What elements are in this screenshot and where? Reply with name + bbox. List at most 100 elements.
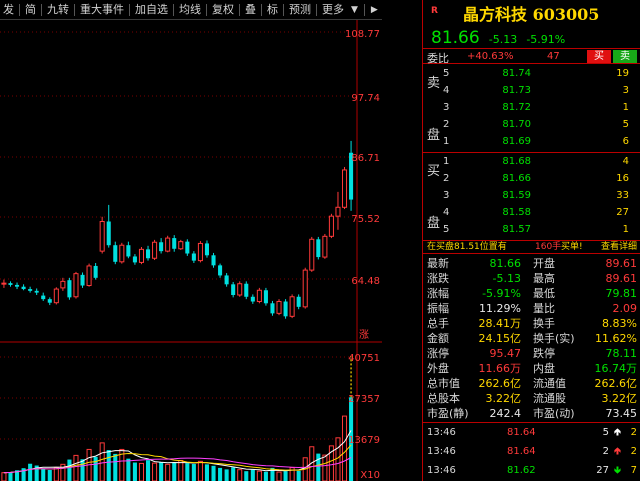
volume-moving-averages [3,430,352,474]
price-axis-label: 97.74 [351,93,380,104]
volume-bar [316,453,321,481]
bid-row[interactable]: 4 81.58 27 [423,205,640,221]
volume-bar [145,460,151,481]
order-diff-value: 47 [547,51,560,62]
candle-body [28,289,33,291]
up-arrow-icon: 🢁 [613,446,621,457]
candle-body [126,245,131,257]
volume-bar [113,453,118,481]
ask-row[interactable]: 4 81.73 3 [423,83,640,99]
tb-adjust[interactable]: 复权 [209,0,237,20]
more-dropdown-icon[interactable]: ▼ [347,0,362,20]
volume-bar [53,467,59,481]
candle-body [197,242,203,262]
candle-body [159,242,164,252]
ask-row[interactable]: 5 81.74 19 [423,66,640,82]
stat-row: 金额 24.15亿 换手(实) 11.62% [427,332,637,345]
candle-body [244,283,249,297]
tb-divider [41,3,42,16]
candle-body [224,275,229,285]
tb-divider [74,3,75,16]
volume-bar [185,463,190,481]
candle-body [178,241,184,250]
tb-overlay[interactable]: 叠 [242,0,259,20]
candle-body [8,283,13,285]
candles [1,140,354,319]
candle-body [250,296,255,302]
tb-jiuzhuan[interactable]: 九转 [44,0,72,20]
price-candlestick-chart[interactable]: 108.77 97.74 86.71 75.52 64.48 涨 [0,20,382,343]
candle-body [211,255,216,266]
volume-bar [263,471,268,481]
order-ratio-label: 委比 [427,52,449,65]
order-book: 卖盘 5 81.74 19 4 81.73 3 3 81.72 1 2 81.70 5 1 81.… [423,65,640,241]
ask-row[interactable]: 1 81.69 6 [423,134,640,150]
ma5-line [3,430,352,474]
price-change: -5.13 [488,33,518,46]
volume-chart[interactable]: 40751 27357 13679 X10 [0,343,382,481]
candle-body [309,238,315,271]
candle-body [341,169,348,208]
volume-bar [335,437,341,481]
candle-body [283,301,288,317]
stat-row: 涨跌 -5.13 最高 89.61 [427,272,637,285]
view-details-link[interactable]: 查看详细 [601,240,637,254]
stat-row: 涨幅 -5.91% 最低 79.81 [427,287,637,300]
volume-bar [237,469,243,481]
stat-row: 总手 28.41万 换手 8.83% [427,317,637,330]
tb-divider [363,3,365,16]
tb-mark[interactable]: 标 [264,0,281,20]
tb-more[interactable]: 更多 [319,0,347,20]
volume-bar [126,458,131,481]
bid-row[interactable]: 5 81.57 1 [423,222,640,238]
candle-body [41,295,46,300]
volume-bar [132,462,137,481]
tb-divider [129,3,130,16]
tb-add-watchlist[interactable]: 加自选 [132,0,171,20]
bid-row[interactable]: 3 81.59 33 [423,188,640,204]
volume-bar [191,464,196,481]
candle-body [53,288,59,304]
candle-body [256,289,262,303]
volume-bar [250,469,255,481]
candle-body [1,282,7,285]
large-order-alert[interactable]: 在买盘81.51位置有 160手 买单! 查看详细 [423,240,640,254]
ask-row[interactable]: 3 81.72 1 [423,100,640,116]
candle-body [34,290,39,293]
buy-button[interactable]: 买 [587,50,611,63]
tb-major-events[interactable]: 重大事件 [77,0,127,20]
tb-forecast[interactable]: 预测 [286,0,314,20]
ask-row[interactable]: 2 81.70 5 [423,117,640,133]
tb-divider [19,3,20,16]
tb-jian[interactable]: 简 [22,0,39,20]
sell-button[interactable]: 卖 [613,50,637,63]
bid-row[interactable]: 2 81.66 16 [423,171,640,187]
candle-body [47,299,52,303]
ask-side: 卖盘 5 81.74 19 4 81.73 3 3 81.72 1 2 81.70 5 1 81.… [423,65,640,153]
candle-body [191,253,196,261]
volume-bar [106,450,111,481]
stat-row: 市盈(静) 242.4 市盈(动) 73.45 [427,407,637,420]
volume-bar [204,464,210,481]
candle-body [132,256,137,263]
quote-panel: R 晶方科技 603005 81.66 -5.13 -5.91% 委比 +40.… [422,0,640,481]
tb-divider [206,3,207,16]
tb-divider [316,3,317,16]
volume-bar [218,467,223,481]
candle-body [185,241,190,254]
tb-fa[interactable]: 发 [0,0,17,20]
bid-row[interactable]: 1 81.68 4 [423,154,640,170]
candle-body [276,301,282,314]
candle-body [93,265,98,278]
candle-body [80,274,85,286]
down-arrow-icon: 🢃 [613,465,621,476]
candle-body [289,296,295,317]
price-axis-label: 86.71 [351,153,380,164]
limit-up-tag: 涨 [359,329,369,341]
scroll-right-icon[interactable]: ▶ [367,0,382,20]
candle-body [67,280,72,298]
r-badge: R [431,6,438,16]
tb-moving-average[interactable]: 均线 [176,0,204,20]
stock-title: 晶方科技 603005 [463,5,600,24]
candle-body [231,284,236,295]
